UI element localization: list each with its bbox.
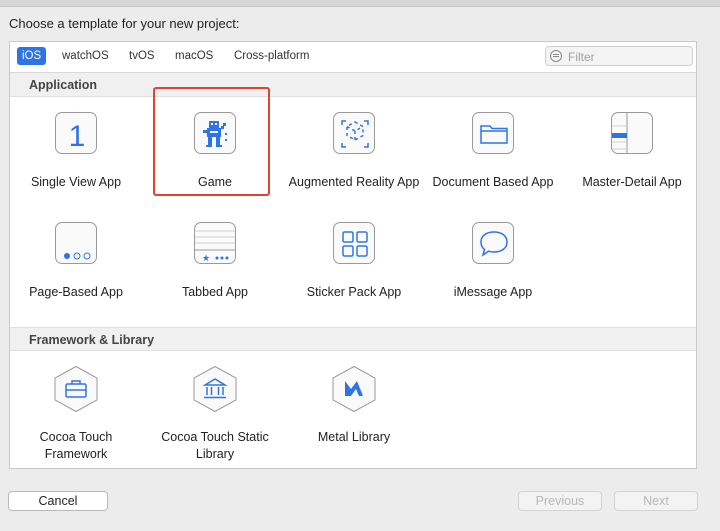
template-label: Single View App (30, 175, 122, 189)
section-framework-header: Framework & Library (10, 327, 696, 351)
single-view-icon: 1 (55, 112, 97, 154)
template-label: Game (197, 175, 233, 189)
section-application-header: Application (10, 73, 696, 97)
tab-tvos[interactable]: tvOS (125, 47, 159, 65)
sticker-grid-icon (333, 222, 375, 264)
page-dots-icon (55, 222, 97, 264)
previous-button[interactable]: Previous (518, 491, 602, 511)
svg-text:★: ★ (202, 254, 210, 264)
tab-bar-icon: ★ (194, 222, 236, 264)
bank-icon (193, 365, 237, 413)
template-label: iMessage App (453, 285, 533, 299)
template-document-based-app[interactable]: Document Based App (425, 112, 561, 212)
cancel-button[interactable]: Cancel (8, 491, 108, 511)
template-single-view-app[interactable]: 1 Single View App (8, 112, 144, 212)
metal-icon (332, 365, 376, 413)
tab-macos[interactable]: macOS (171, 47, 217, 65)
template-panel: iOS watchOS tvOS macOS Cross-platform Ap… (9, 41, 697, 469)
template-page-based-app[interactable]: Page-Based App (8, 222, 144, 322)
template-cocoa-touch-framework[interactable]: Cocoa Touch Framework (8, 365, 144, 467)
template-imessage-app[interactable]: iMessage App (425, 222, 561, 322)
message-bubble-icon (472, 222, 514, 264)
tab-watchos[interactable]: watchOS (58, 47, 113, 65)
template-label: Cocoa Touch Framework (39, 430, 113, 461)
template-game[interactable]: Game (147, 112, 283, 212)
template-label: Tabbed App (181, 285, 249, 299)
filter-field[interactable] (545, 46, 693, 66)
master-detail-icon (611, 112, 653, 154)
template-label: Document Based App (432, 175, 554, 189)
template-sticker-pack-app[interactable]: Sticker Pack App (286, 222, 422, 322)
tab-ios[interactable]: iOS (17, 47, 47, 65)
template-tabbed-app[interactable]: ★ Tabbed App (147, 222, 283, 322)
ar-cube-icon (333, 112, 375, 154)
template-master-detail-app[interactable]: Master-Detail App (564, 112, 700, 212)
folder-icon (472, 112, 514, 154)
filter-icon (550, 50, 562, 62)
platform-tab-bar: iOS watchOS tvOS macOS Cross-platform (10, 42, 696, 73)
svg-text:1: 1 (69, 120, 86, 153)
tab-cross-platform[interactable]: Cross-platform (230, 47, 313, 65)
template-label: Sticker Pack App (306, 285, 402, 299)
window-top-edge (0, 0, 720, 7)
template-label: Metal Library (317, 430, 391, 444)
template-label: Master-Detail App (582, 175, 682, 189)
template-cocoa-touch-static-library[interactable]: Cocoa Touch Static Library (147, 365, 283, 467)
next-button[interactable]: Next (614, 491, 698, 511)
filter-input[interactable] (566, 48, 690, 66)
template-metal-library[interactable]: Metal Library (286, 365, 422, 467)
template-label: Page-Based App (29, 285, 123, 299)
template-label: Augmented Reality App (288, 175, 420, 189)
game-icon (194, 112, 236, 154)
toolbox-icon (54, 365, 98, 413)
dialog-prompt: Choose a template for your new project: (9, 16, 240, 31)
template-label: Cocoa Touch Static Library (161, 430, 269, 461)
template-augmented-reality-app[interactable]: Augmented Reality App (286, 112, 422, 212)
